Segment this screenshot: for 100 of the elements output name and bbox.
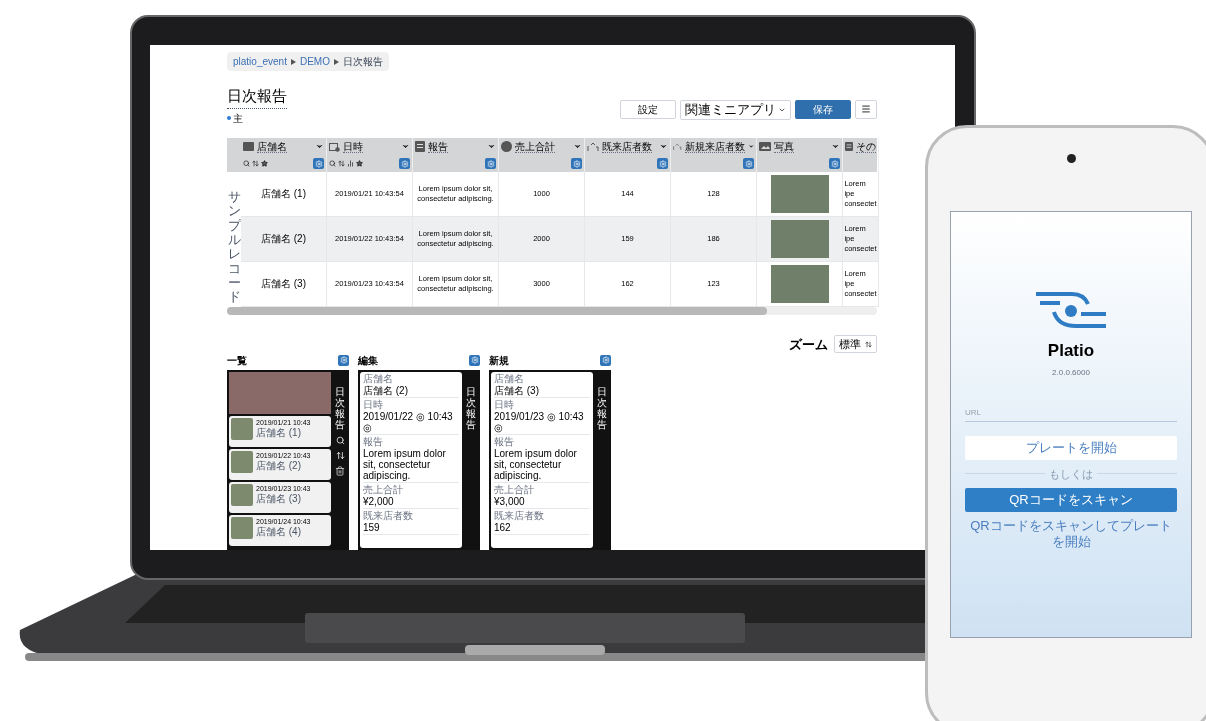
field-value: 店舗名 (2): [363, 385, 409, 396]
photo-placeholder: [231, 517, 253, 539]
chart-icon[interactable]: [347, 160, 354, 167]
field-value: 店舗名 (3): [494, 385, 540, 396]
preview-title: 新規: [489, 353, 509, 368]
record-name: 店舗名 (2): [256, 460, 302, 472]
photo-placeholder: [770, 264, 829, 303]
page-title: 日次報告: [227, 85, 287, 109]
field-value: 162: [494, 522, 512, 533]
column-header[interactable]: 新規来店者数: [684, 140, 745, 153]
dropdown-icon[interactable]: [831, 142, 840, 151]
star-icon[interactable]: [356, 160, 363, 167]
column-header[interactable]: 既来店者数: [602, 140, 652, 153]
settings-button[interactable]: [743, 158, 754, 169]
settings-button[interactable]: [571, 158, 582, 169]
dropdown-icon[interactable]: [659, 142, 668, 151]
column-header[interactable]: 店舗名: [257, 140, 287, 153]
field-label: 既来店者数: [363, 510, 414, 522]
field-value: Lorem ipsum dolor sit, consectetur adipiscing.: [363, 448, 447, 481]
field-label: 報告: [363, 436, 384, 448]
field-value: ¥3,000: [494, 496, 526, 507]
app-name: Platio: [1047, 340, 1095, 362]
table-cell: 店舗名 (3): [261, 278, 306, 289]
photo-placeholder: [770, 219, 829, 258]
dropdown-icon[interactable]: [315, 142, 324, 151]
table-cell: 店舗名 (1): [261, 188, 306, 199]
settings-button[interactable]: [485, 158, 496, 169]
search-icon[interactable]: [243, 160, 250, 167]
field-label: 日時: [494, 399, 515, 411]
settings-button[interactable]: 設定: [620, 99, 676, 119]
breadcrumb-current: 日次報告: [342, 55, 383, 69]
logo-icon: [1036, 292, 1106, 328]
document-icon: [845, 141, 853, 152]
menu-icon: [861, 104, 871, 114]
calendar-icon: [329, 141, 340, 152]
version-text: 2.0.0.6000: [1052, 366, 1090, 379]
column-header[interactable]: 報告: [428, 140, 448, 153]
zoom-label: ズーム: [789, 335, 828, 354]
sort-icon[interactable]: [335, 451, 345, 460]
settings-button[interactable]: [469, 354, 480, 366]
field-label: 日時: [363, 399, 384, 411]
menu-button[interactable]: [855, 99, 877, 119]
column-header[interactable]: 日時: [343, 140, 363, 153]
scrollbar[interactable]: [227, 306, 877, 315]
document-icon: [415, 141, 425, 152]
settings-button[interactable]: [313, 158, 324, 169]
photo-placeholder: [770, 174, 829, 213]
record-name: 店舗名 (3): [256, 493, 302, 505]
settings-button[interactable]: [338, 354, 349, 366]
image-icon: [759, 142, 771, 151]
star-icon[interactable]: [261, 160, 268, 167]
photo-placeholder: [231, 451, 253, 473]
breadcrumb-link[interactable]: DEMO: [299, 54, 330, 69]
updown-icon: [865, 340, 872, 348]
field-value: 2019/01/23 ◎ 10:43 ◎: [494, 411, 585, 433]
settings-button[interactable]: [600, 354, 611, 366]
breadcrumb-link[interactable]: platio_event: [233, 54, 287, 69]
coin-icon: [501, 141, 512, 152]
field-label: 売上合計: [494, 484, 535, 496]
preview-title: 編集: [358, 353, 378, 368]
settings-button[interactable]: [399, 158, 410, 169]
field-label: 店舗名: [494, 373, 525, 385]
separator-text: もしくは: [1049, 466, 1093, 482]
settings-button[interactable]: [829, 158, 840, 169]
save-button[interactable]: 保存: [795, 99, 851, 119]
field-value: 2019/01/22 ◎ 10:43 ◎: [363, 411, 454, 433]
column-header[interactable]: 写真: [774, 140, 794, 153]
search-icon[interactable]: [329, 160, 336, 167]
triangle-icon: [290, 58, 296, 65]
column-header[interactable]: 売上合計: [515, 140, 555, 153]
dropdown-icon[interactable]: [747, 142, 754, 151]
card-icon: [243, 142, 254, 151]
legend-label: 主: [233, 111, 243, 126]
search-icon[interactable]: [335, 436, 345, 445]
settings-button[interactable]: [657, 158, 668, 169]
scan-button[interactable]: QRコードをスキャン: [965, 488, 1177, 512]
field-value: ¥2,000: [363, 496, 395, 507]
app-title: 日次報告: [597, 386, 607, 430]
related-apps-dropdown[interactable]: 関連ミニアプリ: [680, 99, 791, 120]
field-value: Lorem ipsum dolor sit, consectetur adipiscing.: [494, 448, 578, 481]
field-label: 既来店者数: [494, 510, 545, 522]
sort-icon[interactable]: [252, 160, 259, 167]
app-title: 日次報告: [466, 386, 476, 430]
field-label: 報告: [494, 436, 515, 448]
field-label: 売上合計: [363, 484, 404, 496]
photo-placeholder: [231, 484, 253, 506]
trash-icon[interactable]: [335, 466, 345, 476]
field-value: 159: [363, 522, 381, 533]
sort-icon[interactable]: [338, 160, 345, 167]
record-name: 店舗名 (1): [256, 427, 302, 439]
record-name: 店舗名 (4): [256, 526, 302, 538]
open-plate-button[interactable]: プレートを開始: [965, 435, 1177, 460]
app-title: 日次報告: [335, 386, 345, 430]
dropdown-icon[interactable]: [573, 142, 582, 151]
dropdown-icon[interactable]: [487, 142, 496, 151]
dropdown-icon[interactable]: [401, 142, 410, 151]
hint-text: QRコードをスキャンしてプレートを開始: [969, 518, 1173, 550]
zoom-select[interactable]: 標準: [834, 335, 877, 354]
column-header[interactable]: その: [856, 140, 876, 153]
url-field[interactable]: URL: [965, 406, 1177, 422]
